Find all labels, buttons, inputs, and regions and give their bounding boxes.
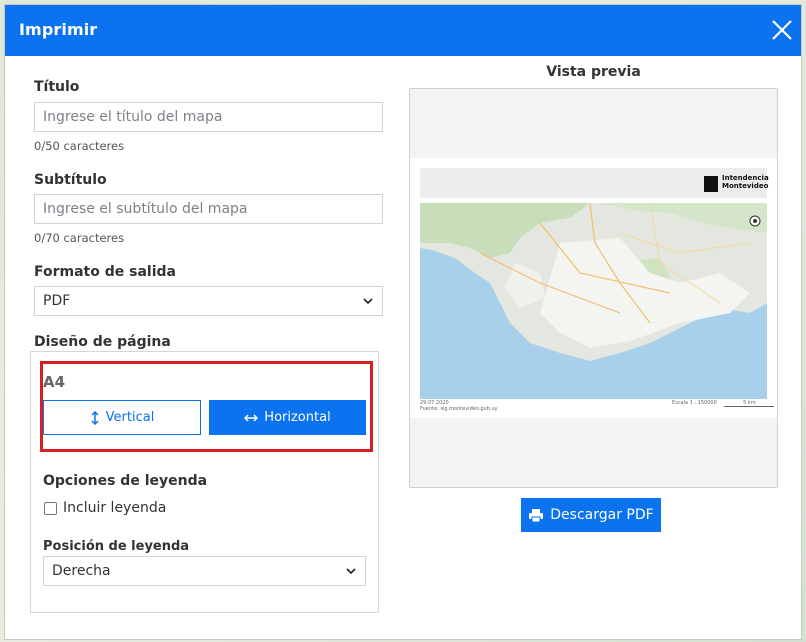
legend-position-value: Derecha xyxy=(52,563,111,579)
logo-line1: Intendencia xyxy=(722,174,769,182)
format-select[interactable]: PDF xyxy=(34,286,383,316)
layout-label: Diseño de página xyxy=(34,334,171,350)
page-size-label: A4 xyxy=(43,373,66,391)
title-label: Título xyxy=(34,79,80,95)
title-counter: 0/50 caracteres xyxy=(34,139,125,153)
download-pdf-button[interactable]: Descargar PDF xyxy=(521,498,661,532)
include-legend-checkbox[interactable] xyxy=(44,501,57,515)
close-icon[interactable] xyxy=(769,17,795,43)
format-label: Formato de salida xyxy=(34,264,176,280)
logo-icon xyxy=(704,176,718,192)
preview-footer: 29.07.2020 Fuente: sig.montevideo.gub.uy xyxy=(420,400,498,412)
subtitle-label: Subtítulo xyxy=(34,172,107,188)
legend-options-label: Opciones de leyenda xyxy=(43,473,208,489)
subtitle-input[interactable] xyxy=(34,194,383,224)
chevron-down-icon xyxy=(346,568,356,575)
horizontal-button-label: Horizontal xyxy=(264,410,331,425)
printer-icon xyxy=(529,508,544,522)
logo-text: Intendencia Montevideo xyxy=(722,174,769,190)
title-input[interactable] xyxy=(34,102,383,132)
footer-source: Fuente: sig.montevideo.gub.uy xyxy=(420,406,498,412)
format-select-value: PDF xyxy=(43,293,71,309)
legend-position-label: Posición de leyenda xyxy=(43,539,190,554)
legend-position-select[interactable]: Derecha xyxy=(43,556,366,586)
vertical-button-label: Vertical xyxy=(105,410,155,425)
include-legend-row[interactable]: Incluir leyenda xyxy=(44,500,166,516)
scale-bar-label: 5 km xyxy=(743,400,756,406)
logo-line2: Montevideo xyxy=(722,182,769,190)
scale-text: Escala 1 : 150000 xyxy=(672,400,717,406)
download-pdf-label: Descargar PDF xyxy=(550,507,654,523)
chevron-down-icon xyxy=(363,298,373,305)
vertical-arrows-icon xyxy=(91,410,99,425)
scale-bar: 5 km xyxy=(724,400,775,407)
horizontal-button[interactable]: Horizontal xyxy=(209,400,366,435)
include-legend-label: Incluir leyenda xyxy=(63,500,167,516)
scale-label: Escala 1 : 150000 5 km xyxy=(672,400,775,407)
vertical-button[interactable]: Vertical xyxy=(43,400,201,435)
preview-title: Vista previa xyxy=(546,64,641,80)
dialog-title: Imprimir xyxy=(19,20,98,39)
preview-map xyxy=(420,203,767,399)
subtitle-counter: 0/70 caracteres xyxy=(34,231,125,245)
horizontal-arrows-icon xyxy=(244,413,259,422)
dialog-header: Imprimir xyxy=(5,5,801,56)
